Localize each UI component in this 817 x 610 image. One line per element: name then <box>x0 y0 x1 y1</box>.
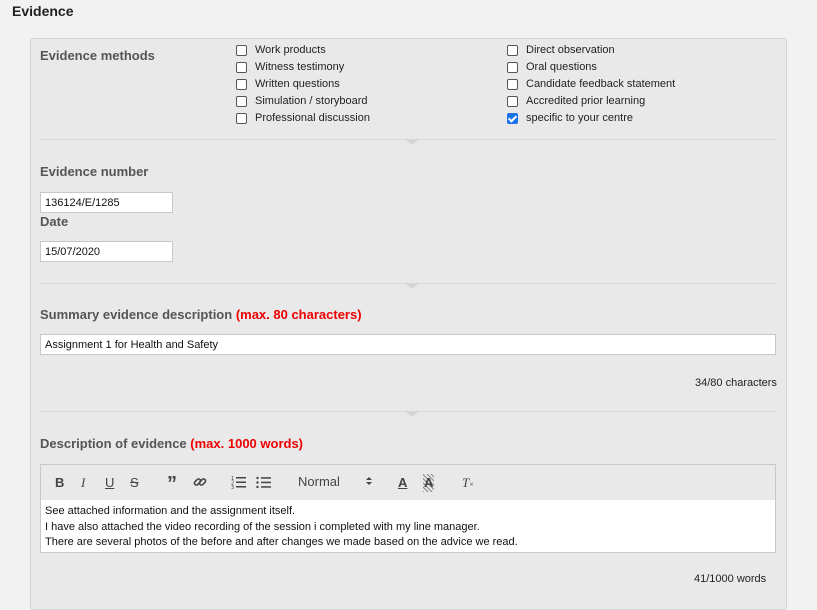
section-divider <box>40 283 776 289</box>
checkbox-box[interactable] <box>236 95 247 107</box>
date-field[interactable]: 15/07/2020 <box>40 241 173 262</box>
ordered-list-glyph: 1 2 3 <box>231 476 246 491</box>
checkbox-label: Simulation / storyboard <box>255 95 368 107</box>
select-arrows-glyph <box>366 477 372 485</box>
checkbox-box[interactable] <box>507 95 518 107</box>
editor-line: There are several photos of the before a… <box>45 536 518 548</box>
summary-limit-note: (max. 80 characters) <box>235 307 362 322</box>
description-label-text: Description of evidence <box>40 436 187 451</box>
underline-button[interactable]: U <box>105 474 114 492</box>
select-arrows-icon[interactable] <box>365 474 373 493</box>
checkbox-witness-testimony[interactable]: Witness testimony <box>236 61 344 73</box>
page-title: Evidence <box>12 3 74 19</box>
rich-text-toolbar: B I U S ” 1 2 3 Normal A A T× <box>40 464 776 501</box>
checkbox-box[interactable] <box>236 61 247 73</box>
checkbox-label: specific to your centre <box>526 112 633 124</box>
link-icon[interactable] <box>193 475 207 494</box>
checkbox-box[interactable] <box>507 61 518 73</box>
bullet-list-glyph <box>256 476 271 489</box>
checkbox-label: Candidate feedback statement <box>526 78 676 90</box>
checkbox-simulation-storyboard[interactable]: Simulation / storyboard <box>236 95 368 107</box>
checkbox-specific-to-your-centre[interactable]: specific to your centre <box>507 112 633 124</box>
editor-line: See attached information and the assignm… <box>45 505 296 517</box>
section-divider <box>40 411 776 417</box>
summary-label: Summary evidence description (max. 80 ch… <box>40 307 362 322</box>
checkbox-label: Direct observation <box>526 44 615 56</box>
checkbox-label: Accredited prior learning <box>526 95 646 107</box>
highlight-button[interactable]: A <box>423 474 435 492</box>
checkbox-accredited-prior-learning[interactable]: Accredited prior learning <box>507 95 645 107</box>
strike-button[interactable]: S <box>130 474 139 492</box>
editor-line: I have also attached the video recording… <box>45 520 480 533</box>
evidence-number-label: Evidence number <box>40 164 149 179</box>
description-editor[interactable]: See attached information and the assignm… <box>40 500 776 553</box>
description-label: Description of evidence (max. 1000 words… <box>40 436 303 451</box>
link-icon-glyph <box>193 478 207 486</box>
summary-description-field[interactable]: Assignment 1 for Health and Safety <box>40 334 776 355</box>
checkbox-label: Witness testimony <box>255 61 345 73</box>
checkbox-box[interactable] <box>507 44 518 56</box>
checkbox-label: Written questions <box>255 78 340 90</box>
checkbox-candidate-feedback-statement[interactable]: Candidate feedback statement <box>507 78 675 90</box>
checkbox-box[interactable] <box>236 78 247 90</box>
checkbox-oral-questions[interactable]: Oral questions <box>507 61 597 73</box>
evidence-panel: Evidence methods Work products Witness t… <box>30 38 787 610</box>
clear-format-x-icon: × <box>469 480 474 489</box>
bullet-list-icon[interactable] <box>256 475 271 494</box>
checkbox-label: Oral questions <box>526 61 597 73</box>
text-color-button[interactable]: A <box>398 474 407 492</box>
date-label: Date <box>40 214 69 229</box>
checkbox-written-questions[interactable]: Written questions <box>236 78 340 90</box>
svg-text:3: 3 <box>231 485 234 489</box>
checkbox-box[interactable] <box>507 78 518 90</box>
checkbox-box[interactable] <box>236 44 247 56</box>
section-divider <box>40 139 776 145</box>
checkbox-box-checked[interactable] <box>507 112 518 124</box>
heading-select[interactable]: Normal <box>298 473 340 491</box>
quote-button[interactable]: ” <box>167 474 177 494</box>
bold-button[interactable]: B <box>55 474 64 492</box>
summary-character-counter: 34/80 characters <box>695 377 777 389</box>
summary-label-text: Summary evidence description <box>40 307 233 322</box>
heading-select-value: Normal <box>298 474 340 489</box>
evidence-methods-label: Evidence methods <box>40 48 155 63</box>
clear-format-button[interactable]: T× <box>462 474 474 494</box>
checkbox-label: Work products <box>255 44 326 56</box>
checkbox-box[interactable] <box>236 112 247 124</box>
ordered-list-icon[interactable]: 1 2 3 <box>231 475 246 494</box>
checkbox-work-products[interactable]: Work products <box>236 44 326 56</box>
checkbox-professional-discussion[interactable]: Professional discussion <box>236 112 370 124</box>
description-limit-note: (max. 1000 words) <box>190 436 303 451</box>
evidence-number-field[interactable]: 136124/E/1285 <box>40 192 173 213</box>
checkbox-label: Professional discussion <box>255 112 370 124</box>
italic-button[interactable]: I <box>81 474 85 492</box>
description-word-counter: 41/1000 words <box>694 573 767 585</box>
checkbox-direct-observation[interactable]: Direct observation <box>507 44 615 56</box>
